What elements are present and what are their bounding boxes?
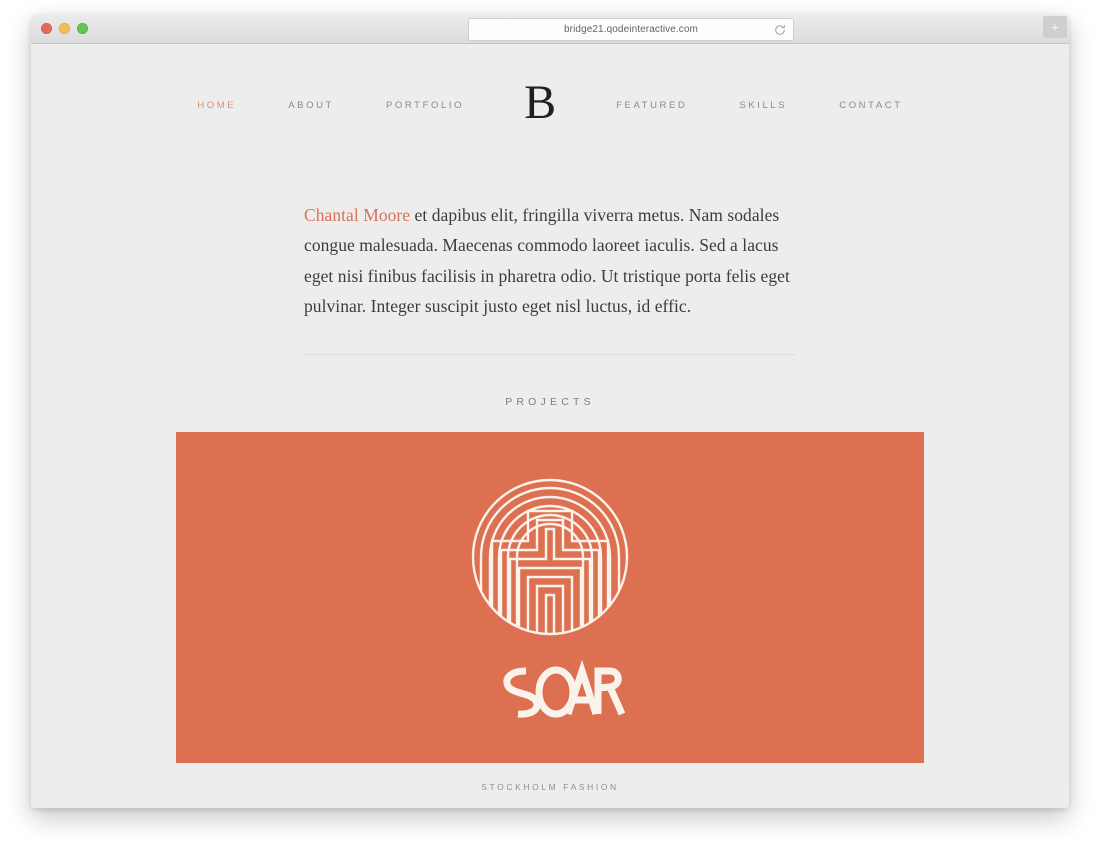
reload-icon[interactable] (774, 23, 786, 35)
project-tile-stockholm-fashion[interactable] (176, 432, 924, 763)
section-divider (304, 354, 796, 355)
nav-item-portfolio[interactable]: PORTFOLIO (360, 100, 490, 111)
nav-item-about[interactable]: ABOUT (262, 100, 360, 111)
zoom-window-button[interactable] (77, 23, 88, 34)
soar-logo-mark (471, 478, 629, 718)
site-navigation: HOME ABOUT PORTFOLIO B FEATURED SKILLS C… (31, 44, 1069, 166)
minimize-window-button[interactable] (59, 23, 70, 34)
nav-item-home[interactable]: HOME (171, 100, 262, 111)
nav-item-contact[interactable]: CONTACT (813, 100, 928, 111)
nav-list: HOME ABOUT PORTFOLIO B FEATURED SKILLS C… (171, 79, 928, 129)
address-bar[interactable]: bridge21.qodeinteractive.com (468, 18, 794, 41)
intro-paragraph: Chantal Moore et dapibus elit, fringilla… (304, 200, 796, 322)
nav-item-skills[interactable]: SKILLS (713, 100, 813, 111)
site-logo[interactable]: B (490, 79, 590, 127)
url-text: bridge21.qodeinteractive.com (564, 24, 698, 35)
project-caption: STOCKHOLM FASHION (481, 782, 619, 792)
intro-name-link[interactable]: Chantal Moore (304, 205, 410, 225)
browser-window: bridge21.qodeinteractive.com + HOME ABOU… (31, 14, 1069, 808)
nav-item-featured[interactable]: FEATURED (590, 100, 713, 111)
window-traffic-lights (41, 23, 88, 34)
projects-heading: PROJECTS (505, 396, 595, 408)
close-window-button[interactable] (41, 23, 52, 34)
browser-titlebar: bridge21.qodeinteractive.com + (31, 14, 1069, 44)
new-tab-button[interactable]: + (1043, 16, 1067, 38)
page-viewport: HOME ABOUT PORTFOLIO B FEATURED SKILLS C… (31, 44, 1069, 808)
intro-block: Chantal Moore et dapibus elit, fringilla… (304, 200, 796, 322)
